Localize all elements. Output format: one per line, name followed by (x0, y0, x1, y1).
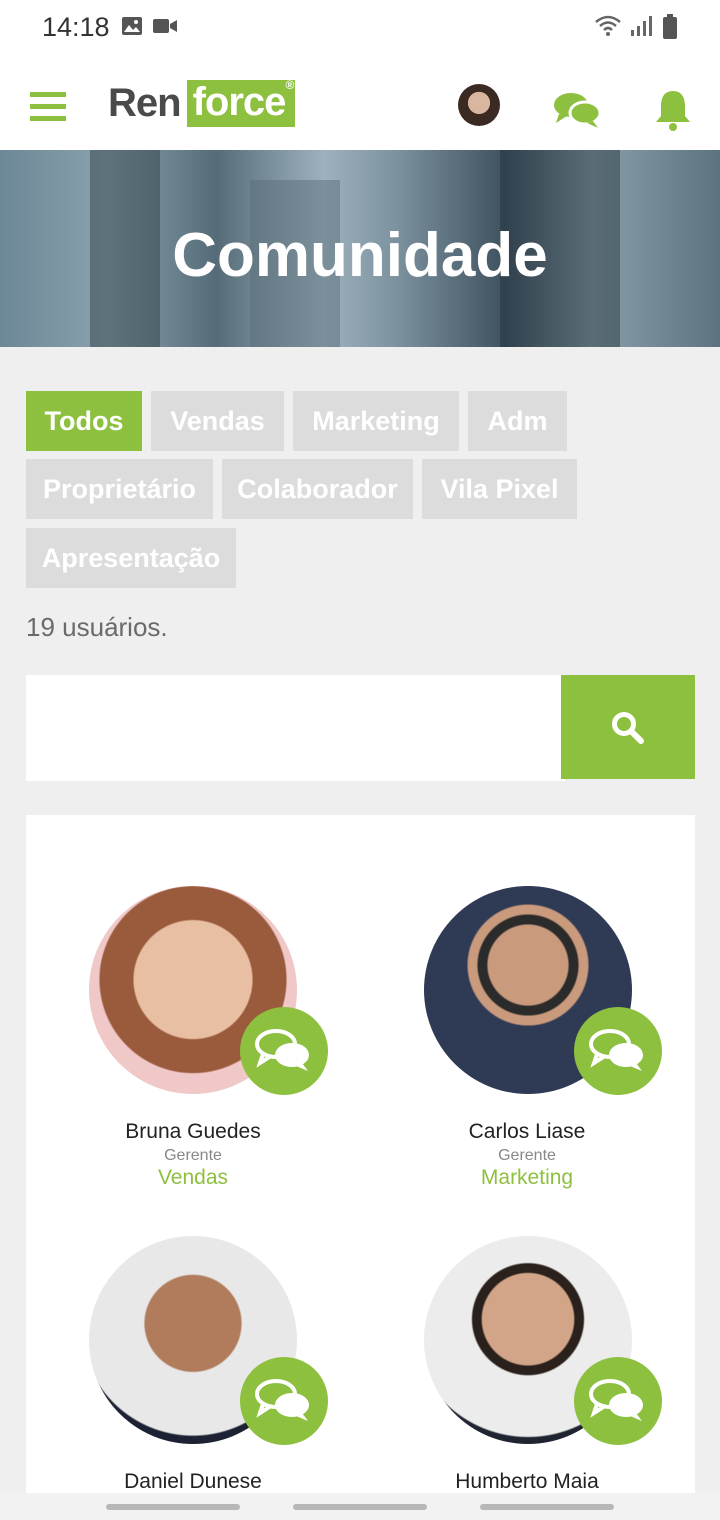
chat-bubbles-icon (255, 1029, 309, 1071)
nav-handle-left[interactable] (106, 1504, 240, 1510)
signal-icon (631, 16, 652, 36)
chat-bubbles-icon (589, 1029, 643, 1071)
image-icon (122, 17, 142, 35)
logo-registered: ® (285, 77, 295, 92)
video-icon (153, 19, 177, 33)
filter-apresentacao[interactable]: Apresentação (26, 528, 236, 588)
chat-button-humberto-maia[interactable] (574, 1357, 662, 1445)
system-nav-bar (0, 1493, 720, 1520)
user-count: 19 usuários. (26, 612, 168, 642)
logo-force: force ® (186, 77, 296, 127)
wifi-icon (595, 15, 621, 36)
filter-vila-pixel[interactable]: Vila Pixel (422, 459, 577, 519)
bell-icon[interactable] (654, 88, 692, 132)
renforce-logo[interactable]: Ren force ® (108, 77, 296, 128)
chat-button-bruna-guedes[interactable] (240, 1007, 328, 1095)
people-card: Bruna Guedes Gerente Vendas Carlos Liase… (26, 815, 695, 1520)
search-button[interactable] (561, 675, 695, 779)
person-role: Gerente (498, 1147, 556, 1164)
person-role: Gerente (164, 1147, 222, 1164)
filter-colaborador[interactable]: Colaborador (222, 459, 413, 519)
search-input[interactable] (26, 675, 565, 781)
hamburger-icon[interactable] (30, 92, 66, 122)
filter-todos[interactable]: Todos (26, 391, 142, 451)
page-title: Comunidade (172, 221, 548, 290)
filter-marketing[interactable]: Marketing (293, 391, 459, 451)
profile-avatar[interactable] (458, 84, 500, 126)
app-header: Ren force ® (0, 56, 720, 150)
nav-handle-right[interactable] (480, 1504, 614, 1510)
logo-ren: Ren (108, 80, 182, 125)
nav-handle-center[interactable] (293, 1504, 427, 1510)
chat-bubbles-icon[interactable] (553, 90, 601, 130)
chat-button-daniel-dunese[interactable] (240, 1357, 328, 1445)
person-name[interactable]: Bruna Guedes (26, 1120, 360, 1144)
battery-icon (663, 14, 677, 39)
person-name[interactable]: Daniel Dunese (26, 1470, 360, 1494)
hero-banner: Comunidade (0, 150, 720, 347)
filter-adm[interactable]: Adm (468, 391, 567, 451)
chat-bubbles-icon (589, 1379, 643, 1421)
logo-force-text: force (192, 79, 287, 124)
filter-vendas[interactable]: Vendas (151, 391, 284, 451)
person-name[interactable]: Humberto Maia (360, 1470, 694, 1494)
status-bar: 14:18 (0, 0, 720, 56)
search-icon (612, 712, 644, 744)
person-department: Vendas (157, 1166, 229, 1189)
status-time: 14:18 (42, 12, 110, 42)
filter-proprietario[interactable]: Proprietário (26, 459, 213, 519)
person-department: Marketing (480, 1166, 574, 1189)
chat-bubbles-icon (255, 1379, 309, 1421)
chat-button-carlos-liase[interactable] (574, 1007, 662, 1095)
person-name[interactable]: Carlos Liase (360, 1120, 694, 1144)
